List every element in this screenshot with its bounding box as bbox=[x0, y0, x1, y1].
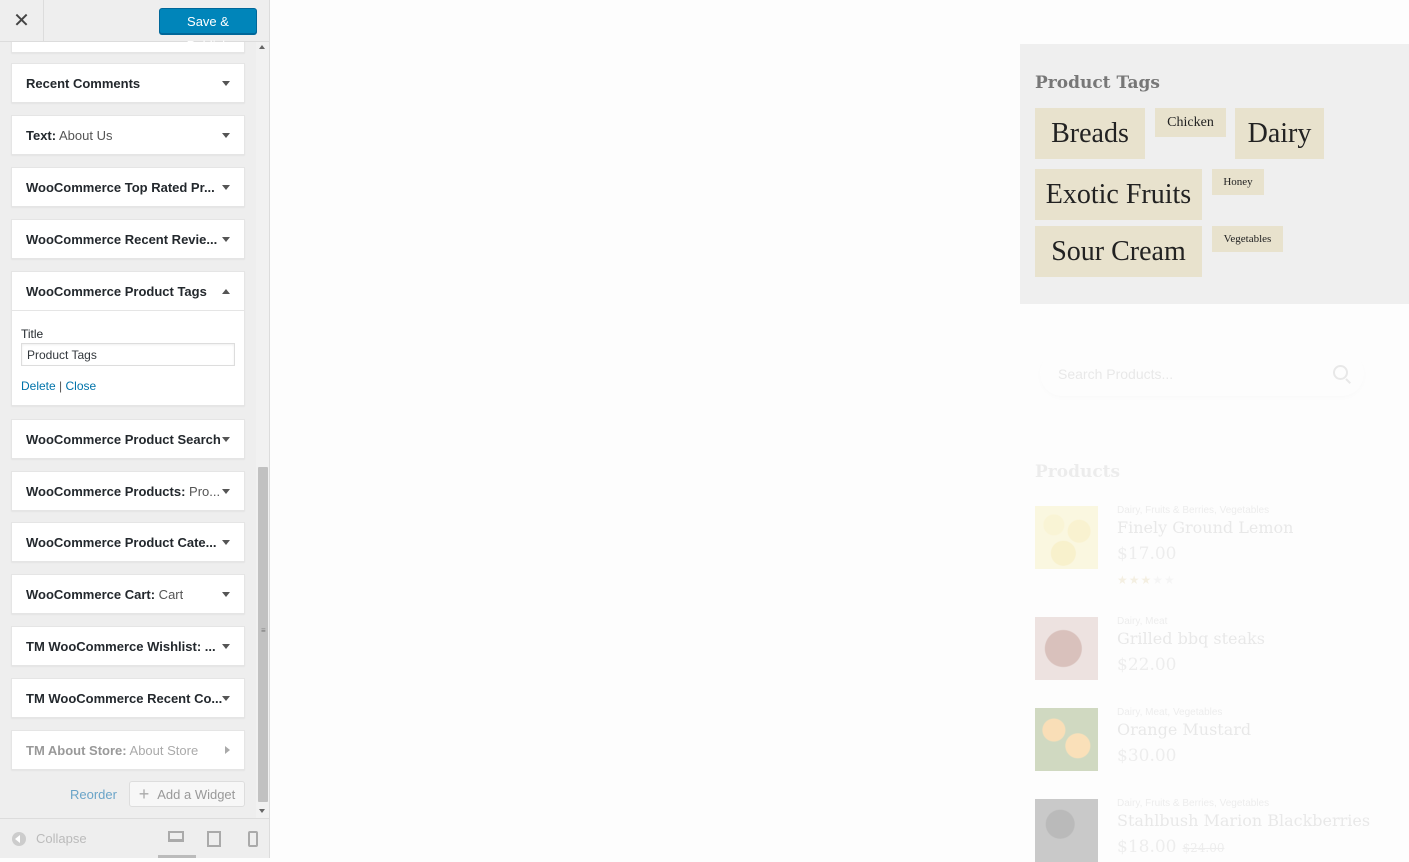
widget-title: TM About Store: About Store bbox=[26, 742, 199, 758]
collapse-button[interactable]: Collapse bbox=[12, 831, 87, 846]
product-price: $22.00 bbox=[1117, 655, 1177, 675]
product-price-old: $24.00 bbox=[1182, 841, 1225, 855]
product-categories[interactable]: Dairy, Fruits & Berries, Vegetables bbox=[1117, 505, 1269, 516]
chevron-up-icon[interactable] bbox=[222, 288, 230, 294]
widget-top-rated-products[interactable]: WooCommerce Top Rated Pr... bbox=[11, 167, 245, 207]
tag-honey[interactable]: Honey bbox=[1212, 169, 1264, 195]
chevron-down-icon[interactable] bbox=[222, 643, 230, 649]
product-price: $30.00 bbox=[1117, 746, 1177, 766]
search-icon[interactable] bbox=[1333, 365, 1348, 380]
widget-actions: Delete | Close bbox=[21, 379, 235, 393]
widget-products[interactable]: WooCommerce Products: Pro... bbox=[11, 471, 245, 511]
widget-form: Title Delete | Close bbox=[12, 310, 244, 405]
title-field[interactable] bbox=[21, 343, 235, 366]
customizer-header: ✕ Save & Publish bbox=[0, 0, 269, 53]
product-search-input[interactable]: Search Products... bbox=[1040, 351, 1364, 396]
product-name[interactable]: Finely Ground Lemon bbox=[1117, 518, 1293, 537]
tag-exotic-fruits[interactable]: Exotic Fruits bbox=[1035, 169, 1202, 220]
product-tags-widget: Product Tags Breads Chicken Dairy Exotic… bbox=[1020, 44, 1409, 304]
panel-scrollbar[interactable]: ≡ bbox=[256, 42, 269, 818]
widget-title: WooCommerce Product Tags bbox=[26, 283, 207, 299]
customizer-panel: ✕ Save & Publish Recent Comments Text: A… bbox=[0, 0, 270, 858]
title-field-label: Title bbox=[21, 327, 44, 341]
product-thumbnail[interactable] bbox=[1035, 708, 1098, 771]
plus-icon: + bbox=[138, 784, 150, 804]
widget-product-tags[interactable]: WooCommerce Product Tags Title Delete | … bbox=[11, 271, 245, 406]
widget-title: WooCommerce Product Cate... bbox=[26, 534, 217, 550]
widget-title: Text: About Us bbox=[26, 127, 113, 143]
close-icon[interactable]: ✕ bbox=[0, 0, 44, 41]
close-link[interactable]: Close bbox=[66, 379, 97, 393]
widget-product-search[interactable]: WooCommerce Product Search bbox=[11, 419, 245, 459]
widget-about-store[interactable]: TM About Store: About Store bbox=[11, 730, 245, 770]
product-categories[interactable]: Dairy, Fruits & Berries, Vegetables bbox=[1117, 798, 1269, 809]
search-placeholder: Search Products... bbox=[1058, 366, 1174, 382]
product-price: $18.00 $24.00 bbox=[1117, 837, 1224, 857]
mobile-preview-icon[interactable] bbox=[248, 831, 258, 847]
widget-product-categories[interactable]: WooCommerce Product Cate... bbox=[11, 522, 245, 562]
scroll-up-arrow-icon[interactable] bbox=[259, 45, 265, 49]
chevron-down-icon[interactable] bbox=[222, 591, 230, 597]
delete-link[interactable]: Delete bbox=[21, 379, 56, 393]
tag-sour-cream[interactable]: Sour Cream bbox=[1035, 226, 1202, 277]
chevron-down-icon[interactable] bbox=[222, 436, 230, 442]
chevron-down-icon[interactable] bbox=[222, 80, 230, 86]
products-title: Products bbox=[1035, 462, 1121, 482]
product-categories[interactable]: Dairy, Meat bbox=[1117, 616, 1167, 627]
scroll-down-arrow-icon[interactable] bbox=[259, 809, 265, 813]
tag-chicken[interactable]: Chicken bbox=[1155, 108, 1226, 137]
add-widget-button[interactable]: + Add a Widget bbox=[129, 781, 245, 807]
collapse-arrow-icon bbox=[12, 831, 26, 846]
widget-title: WooCommerce Recent Revie... bbox=[26, 231, 218, 247]
tag-breads[interactable]: Breads bbox=[1035, 108, 1145, 159]
widget-list: Recent Comments Text: About Us WooCommer… bbox=[0, 42, 256, 818]
site-preview: Product Tags Breads Chicken Dairy Exotic… bbox=[270, 0, 1409, 862]
chevron-right-icon[interactable] bbox=[225, 746, 230, 754]
add-widget-label: Add a Widget bbox=[157, 786, 236, 802]
widget-recent-comments[interactable]: Recent Comments bbox=[11, 63, 245, 103]
widget-text-about-us[interactable]: Text: About Us bbox=[11, 115, 245, 155]
chevron-down-icon[interactable] bbox=[222, 488, 230, 494]
desktop-preview-icon[interactable] bbox=[168, 831, 184, 842]
scrollbar-thumb[interactable]: ≡ bbox=[258, 467, 268, 802]
widget-title: WooCommerce Products: Pro... bbox=[26, 483, 221, 499]
widget-cart[interactable]: WooCommerce Cart: Cart bbox=[11, 574, 245, 614]
save-publish-button[interactable]: Save & Publish bbox=[159, 8, 257, 53]
widget-recent-compare[interactable]: TM WooCommerce Recent Co... bbox=[11, 678, 245, 718]
tablet-preview-icon[interactable] bbox=[207, 831, 221, 847]
tag-vegetables[interactable]: Vegetables bbox=[1212, 226, 1283, 252]
product-name[interactable]: Orange Mustard bbox=[1117, 720, 1251, 739]
product-price: $17.00 bbox=[1117, 544, 1177, 564]
chevron-down-icon[interactable] bbox=[222, 184, 230, 190]
reorder-link[interactable]: Reorder bbox=[70, 787, 117, 802]
chevron-down-icon[interactable] bbox=[222, 539, 230, 545]
grip-icon: ≡ bbox=[261, 626, 266, 635]
widget-title: TM WooCommerce Recent Co... bbox=[26, 690, 222, 706]
chevron-down-icon[interactable] bbox=[222, 132, 230, 138]
star-rating-icon: ★★★★★ bbox=[1117, 573, 1176, 587]
widget-partial-top[interactable] bbox=[11, 42, 245, 53]
product-name[interactable]: Grilled bbq steaks bbox=[1117, 629, 1265, 648]
chevron-down-icon[interactable] bbox=[222, 236, 230, 242]
widget-title: Recent Comments bbox=[26, 75, 141, 91]
product-tags-title: Product Tags bbox=[1035, 73, 1160, 93]
widget-title: TM WooCommerce Wishlist: ... bbox=[26, 638, 216, 654]
product-thumbnail[interactable] bbox=[1035, 506, 1098, 569]
product-price-current: $18.00 bbox=[1117, 837, 1177, 857]
separator: | bbox=[59, 379, 63, 393]
widget-recent-reviews[interactable]: WooCommerce Recent Revie... bbox=[11, 219, 245, 259]
widget-title: WooCommerce Product Search bbox=[26, 431, 221, 447]
widget-title: WooCommerce Cart: Cart bbox=[26, 586, 184, 602]
widget-title: WooCommerce Top Rated Pr... bbox=[26, 179, 215, 195]
collapse-label: Collapse bbox=[36, 831, 87, 846]
product-name[interactable]: Stahlbush Marion Blackberries bbox=[1117, 811, 1370, 830]
chevron-down-icon[interactable] bbox=[222, 695, 230, 701]
product-thumbnail[interactable] bbox=[1035, 799, 1098, 862]
product-categories[interactable]: Dairy, Meat, Vegetables bbox=[1117, 707, 1222, 718]
product-thumbnail[interactable] bbox=[1035, 617, 1098, 680]
tag-dairy[interactable]: Dairy bbox=[1235, 108, 1324, 159]
widget-wishlist[interactable]: TM WooCommerce Wishlist: ... bbox=[11, 626, 245, 666]
customizer-footer: Collapse bbox=[0, 818, 269, 858]
